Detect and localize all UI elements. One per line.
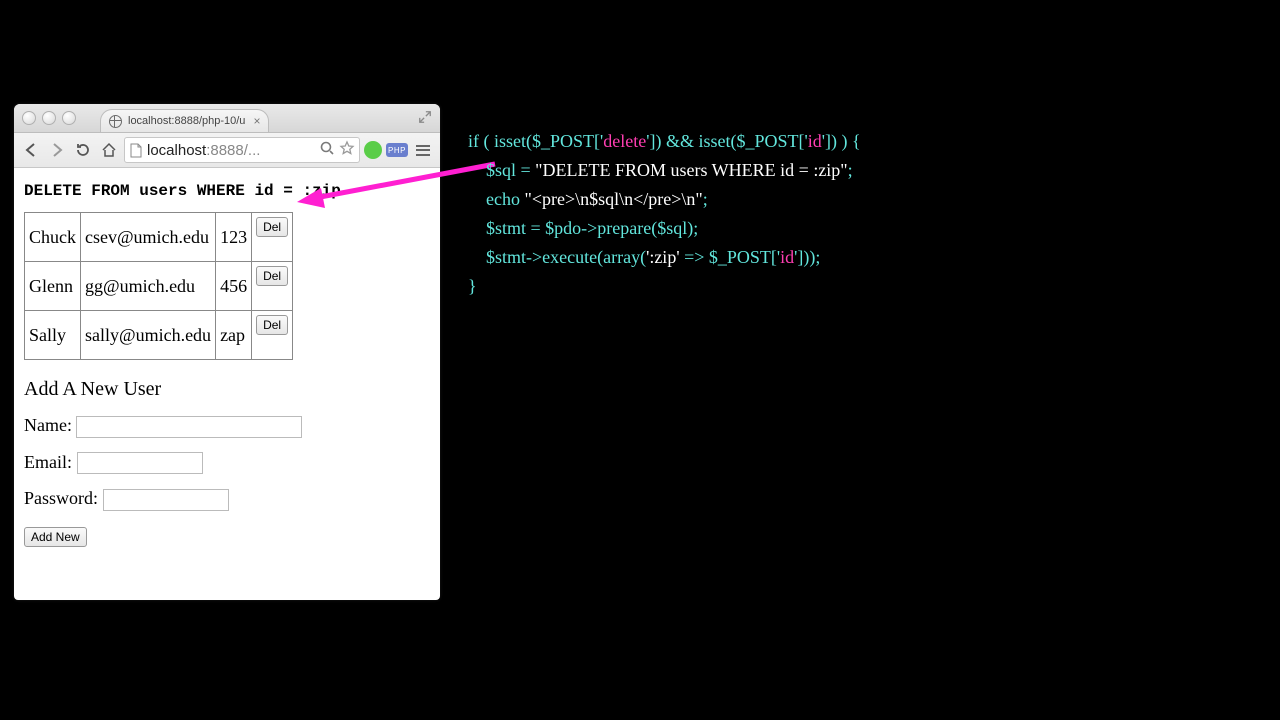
cell-action: Del	[252, 311, 293, 360]
cell-email: gg@umich.edu	[81, 262, 216, 311]
name-input[interactable]	[76, 416, 302, 438]
password-label: Password:	[24, 488, 98, 508]
table-row: Sally sally@umich.edu zap Del	[25, 311, 293, 360]
page-icon	[129, 143, 143, 158]
window-titlebar: localhost:8888/php-10/u ×	[14, 104, 440, 133]
name-label: Name:	[24, 415, 72, 435]
bookmark-star-icon[interactable]	[339, 140, 355, 160]
cell-email: sally@umich.edu	[81, 311, 216, 360]
users-table: Chuck csev@umich.edu 123 Del Glenn gg@um…	[24, 212, 293, 360]
password-input[interactable]	[103, 489, 229, 511]
add-user-form: Name: Email: Password: Add New	[24, 415, 430, 547]
cell-pw: 456	[216, 262, 252, 311]
code-snippet: if ( isset($_POST['delete']) && isset($_…	[468, 98, 861, 301]
globe-icon	[109, 115, 122, 128]
minimize-window-button[interactable]	[42, 111, 56, 125]
reload-button[interactable]	[72, 139, 94, 161]
cell-action: Del	[252, 213, 293, 262]
forward-button[interactable]	[46, 139, 68, 161]
table-row: Glenn gg@umich.edu 456 Del	[25, 262, 293, 311]
window-controls	[22, 111, 76, 125]
back-button[interactable]	[20, 139, 42, 161]
cell-name: Sally	[25, 311, 81, 360]
form-heading: Add A New User	[24, 378, 430, 401]
delete-button[interactable]: Del	[256, 217, 288, 237]
email-label: Email:	[24, 452, 72, 472]
zoom-icon[interactable]	[319, 140, 335, 160]
browser-toolbar: localhost:8888/... PHP	[14, 133, 440, 168]
address-text: localhost:8888/...	[147, 142, 315, 159]
table-row: Chuck csev@umich.edu 123 Del	[25, 213, 293, 262]
browser-tab[interactable]: localhost:8888/php-10/u ×	[100, 109, 269, 132]
cell-action: Del	[252, 262, 293, 311]
cell-name: Chuck	[25, 213, 81, 262]
home-button[interactable]	[98, 139, 120, 161]
delete-button[interactable]: Del	[256, 315, 288, 335]
sql-preview: DELETE FROM users WHERE id = :zip	[24, 182, 430, 200]
hamburger-icon	[414, 142, 432, 159]
extension-evernote-icon[interactable]	[364, 141, 382, 159]
cell-pw: 123	[216, 213, 252, 262]
email-input[interactable]	[77, 452, 203, 474]
close-window-button[interactable]	[22, 111, 36, 125]
extension-php-icon[interactable]: PHP	[386, 143, 408, 157]
tab-title: localhost:8888/php-10/u	[128, 115, 245, 127]
cell-email: csev@umich.edu	[81, 213, 216, 262]
page-content: DELETE FROM users WHERE id = :zip Chuck …	[14, 168, 440, 559]
address-bar[interactable]: localhost:8888/...	[124, 137, 360, 163]
zoom-window-button[interactable]	[62, 111, 76, 125]
add-new-button[interactable]: Add New	[24, 527, 87, 547]
browser-window: localhost:8888/php-10/u ×	[14, 104, 440, 600]
cell-pw: zap	[216, 311, 252, 360]
expand-window-icon[interactable]	[418, 110, 432, 124]
delete-button[interactable]: Del	[256, 266, 288, 286]
menu-button[interactable]	[412, 139, 434, 161]
cell-name: Glenn	[25, 262, 81, 311]
close-tab-icon[interactable]: ×	[253, 115, 260, 127]
